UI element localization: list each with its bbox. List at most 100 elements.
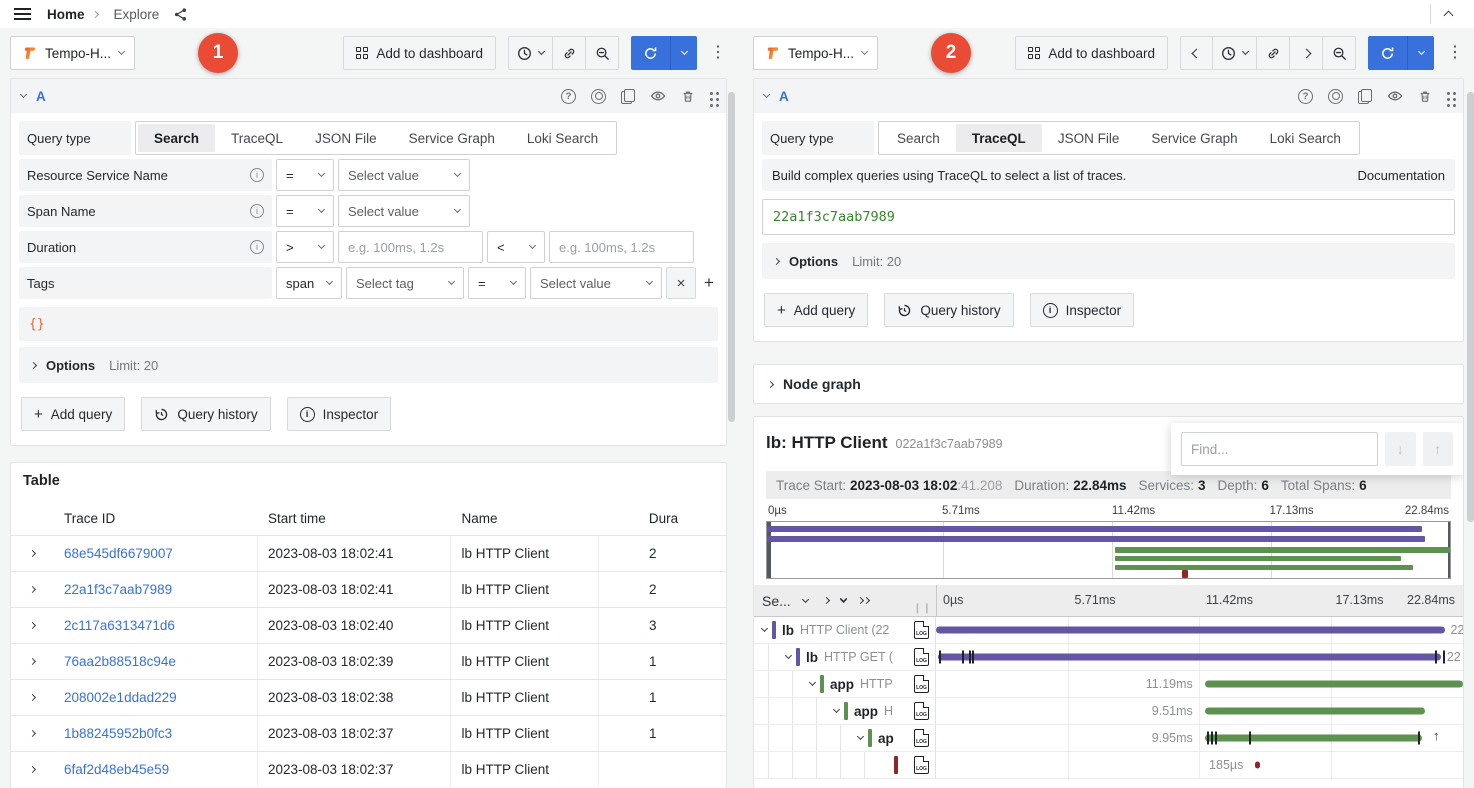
datasource-picker[interactable]: Tempo-H... [10,36,135,70]
time-shift-forward-button[interactable] [1290,36,1323,70]
span-log-icon[interactable]: LOG [914,756,929,774]
time-picker-button[interactable] [508,36,553,70]
trash-icon[interactable] [1418,89,1432,104]
span-bar[interactable] [1205,735,1423,742]
find-input[interactable] [1181,432,1378,466]
tab-json-file[interactable]: JSON File [1042,124,1136,152]
tab-loki-search[interactable]: Loki Search [511,124,614,152]
span-bar[interactable] [1205,681,1463,688]
query-row-header[interactable]: A ? [11,79,726,113]
help-icon[interactable]: ? [1298,89,1313,104]
span-log-icon[interactable]: LOG [914,648,929,666]
tab-traceql[interactable]: TraceQL [956,124,1042,152]
remove-tag-button[interactable]: × [666,267,696,299]
span-log-icon[interactable]: LOG [914,702,929,720]
time-shift-back-button[interactable] [1180,36,1213,70]
minimap-viewport[interactable] [766,521,1451,579]
col-duration[interactable]: Dura [599,501,726,535]
inspector-button[interactable]: iInspector [287,397,392,431]
span-name-operator-select[interactable]: = [276,195,334,227]
pane-kebab-menu[interactable]: ⋮ [709,48,727,58]
column-resize-grip[interactable]: ❙❙ [913,603,932,614]
eye-icon[interactable] [1387,88,1403,104]
row-expander-icon[interactable] [29,550,36,557]
span-name-cell[interactable]: appH LOG [754,698,936,724]
trace-id-link[interactable]: 2c117a6313471d6 [64,618,175,633]
row-expander-icon[interactable] [29,694,36,701]
sort-chevron-icon[interactable] [802,595,809,602]
span-bar[interactable] [936,627,1445,634]
collapse-one-icon[interactable] [823,597,830,604]
eye-icon[interactable] [650,88,666,104]
row-expander-icon[interactable] [29,586,36,593]
tab-service-graph[interactable]: Service Graph [1135,124,1253,152]
run-query-button[interactable] [631,36,671,70]
traceql-query-input[interactable]: 22a1f3c7aab7989 [762,199,1455,235]
duration-max-input[interactable] [549,231,694,263]
drag-handle-icon[interactable] [1447,92,1450,95]
span-collapse-icon[interactable] [833,706,840,713]
pane-kebab-menu[interactable]: ⋮ [1446,48,1464,58]
add-query-button[interactable]: +Add query [21,397,125,431]
span-name-cell[interactable]: appHTTP LOG [754,671,936,697]
trash-icon[interactable] [681,89,695,104]
share-link-button[interactable] [1257,36,1290,70]
find-next-button[interactable]: ↓ [1385,432,1416,466]
collapse-up-icon[interactable] [1444,11,1454,21]
row-expander-icon[interactable] [29,730,36,737]
span-collapse-icon[interactable] [809,679,816,686]
run-query-caret-button[interactable] [1408,36,1434,70]
span-collapse-icon[interactable] [761,625,768,632]
trace-id-link[interactable]: 68e545df6679007 [64,546,173,561]
breadcrumb-home[interactable]: Home [47,7,85,22]
add-to-dashboard-button[interactable]: Add to dashboard [343,36,496,70]
tag-scope-select[interactable]: span [276,267,342,299]
trace-id-link[interactable]: 22a1f3c7aab7989 [64,582,172,597]
service-name-operator-select[interactable]: = [276,159,334,191]
trace-id-link[interactable]: 1b88245952b0fc3 [64,726,172,741]
row-expander-icon[interactable] [29,766,36,773]
span-bar[interactable] [1255,762,1260,769]
tab-traceql[interactable]: TraceQL [215,124,299,152]
left-pane-scrollbar[interactable] [728,92,735,422]
span-log-icon[interactable]: LOG [914,621,929,639]
tab-service-graph[interactable]: Service Graph [393,124,511,152]
span-log-icon[interactable]: LOG [914,675,929,693]
options-toggle[interactable]: OptionsLimit: 20 [762,243,1455,279]
duplicate-icon[interactable] [621,89,635,104]
share-icon[interactable] [173,7,188,22]
query-row-header[interactable]: A ? [754,79,1463,113]
span-bar[interactable] [1205,708,1425,715]
span-collapse-icon[interactable] [857,733,864,740]
run-query-caret-button[interactable] [671,36,697,70]
row-expander-icon[interactable] [29,658,36,665]
span-bar[interactable] [938,654,1441,661]
duplicate-icon[interactable] [1358,89,1372,104]
duration-min-input[interactable] [338,231,483,263]
col-name[interactable]: Name [451,501,598,535]
record-icon[interactable] [591,89,606,104]
drag-handle-icon[interactable] [710,92,713,95]
tab-search[interactable]: Search [881,124,956,152]
query-history-button[interactable]: Query history [884,293,1013,327]
node-graph-toggle[interactable]: Node graph [753,364,1464,404]
help-icon[interactable]: ? [561,89,576,104]
inspector-button[interactable]: iInspector [1030,293,1135,327]
tag-name-select[interactable]: Select tag [346,267,464,299]
tab-search[interactable]: Search [138,124,215,152]
record-icon[interactable] [1328,89,1343,104]
trace-id-link[interactable]: 6faf2d48eb45e59 [64,762,169,777]
span-log-icon[interactable]: LOG [914,729,929,747]
run-query-button[interactable] [1368,36,1408,70]
col-start-time[interactable]: Start time [258,501,451,535]
tab-json-file[interactable]: JSON File [299,124,393,152]
add-to-dashboard-button[interactable]: Add to dashboard [1015,36,1168,70]
zoom-out-button[interactable] [586,36,619,70]
trace-id-link[interactable]: 208002e1ddad229 [64,690,177,705]
query-history-button[interactable]: Query history [141,397,270,431]
row-expander-icon[interactable] [29,622,36,629]
documentation-link[interactable]: Documentation [1358,168,1445,183]
tag-value-select[interactable]: Select value [530,267,662,299]
tag-operator-select[interactable]: = [468,267,526,299]
duration-lt-select[interactable]: < [487,231,545,263]
